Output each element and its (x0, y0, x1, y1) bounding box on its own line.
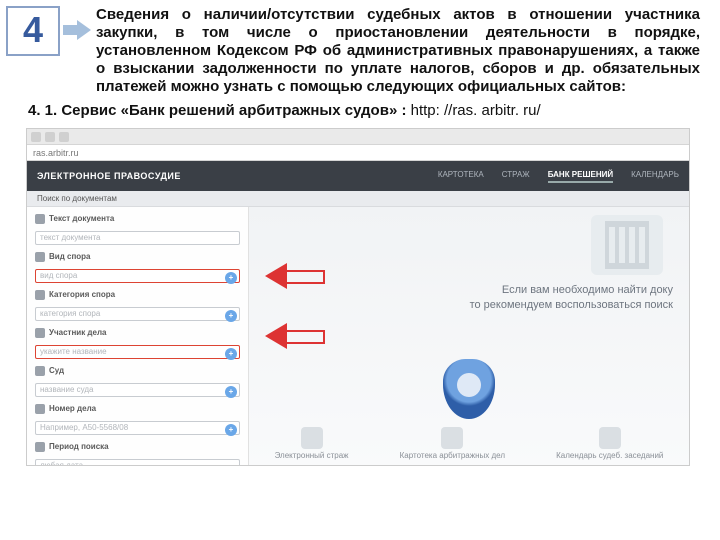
input-text[interactable]: текст документа (35, 231, 240, 245)
nav-reload-icon[interactable] (59, 132, 69, 142)
court-icon (35, 366, 45, 376)
tab-kartoteka[interactable]: КАРТОТЕКА (438, 169, 484, 183)
subsection-url: http: //ras. arbitr. ru/ (411, 102, 541, 119)
nav-fwd-icon[interactable] (45, 132, 55, 142)
input-case[interactable]: Например, А50-5568/08+ (35, 421, 240, 435)
link-strazh[interactable]: Электронный страж (275, 427, 349, 461)
address-bar[interactable]: ras.arbitr.ru (27, 145, 689, 161)
courthouse-icon (591, 215, 663, 275)
label-participant: Участник дела (35, 327, 240, 339)
label-kind: Вид спора (35, 251, 240, 263)
subsection-line: 4. 1. Сервис «Банк решений арбитражных с… (0, 98, 720, 128)
section-paragraph: Сведения о наличии/отсутствии судебных а… (96, 6, 700, 96)
text-icon (35, 214, 45, 224)
nav-back-icon[interactable] (31, 132, 41, 142)
link-kartoteka[interactable]: Картотека арбитражных дел (400, 427, 505, 461)
tab-strazh[interactable]: СТРАЖ (502, 169, 530, 183)
shield-icon (443, 359, 495, 419)
person-icon (35, 328, 45, 338)
screenshot-frame: ras.arbitr.ru ЭЛЕКТРОННОЕ ПРАВОСУДИЕ КАР… (26, 128, 690, 466)
calendar-small-icon (599, 427, 621, 449)
label-text: Текст документа (35, 213, 240, 225)
tab-bank[interactable]: БАНК РЕШЕНИЙ (548, 169, 613, 183)
input-period[interactable]: любая дата (35, 459, 240, 466)
shield-small-icon (301, 427, 323, 449)
search-sidebar: Текст документа текст документа Вид спор… (27, 207, 249, 466)
folder-icon (441, 427, 463, 449)
input-court[interactable]: название суда+ (35, 383, 240, 397)
link-calendar[interactable]: Календарь судеб. заседаний (556, 427, 663, 461)
subsection-prefix: 4. 1. Сервис «Банк решений арбитражных с… (28, 102, 411, 119)
list-icon (35, 252, 45, 262)
input-kind[interactable]: вид спора+ (35, 269, 240, 283)
expand-icon[interactable]: + (225, 424, 237, 436)
footer-links: Электронный страж Картотека арбитражных … (249, 427, 689, 461)
label-period: Период поиска (35, 441, 240, 453)
section-number: 4 (6, 6, 60, 56)
input-participant[interactable]: укажите название+ (35, 345, 240, 359)
callout-arrow-icon (265, 323, 325, 349)
label-court: Суд (35, 365, 240, 377)
expand-icon[interactable]: + (225, 272, 237, 284)
site-brand: ЭЛЕКТРОННОЕ ПРАВОСУДИЕ (37, 170, 181, 182)
arrow-right-icon (60, 6, 96, 40)
label-category: Категория спора (35, 289, 240, 301)
expand-icon[interactable]: + (225, 386, 237, 398)
label-case: Номер дела (35, 403, 240, 415)
expand-icon[interactable]: + (225, 310, 237, 322)
tag-icon (35, 290, 45, 300)
callout-arrow-icon (265, 263, 325, 289)
promo-text: Если вам необходимо найти доку то рекоме… (413, 283, 673, 313)
site-header: ЭЛЕКТРОННОЕ ПРАВОСУДИЕ КАРТОТЕКА СТРАЖ Б… (27, 161, 689, 191)
input-category[interactable]: категория спора+ (35, 307, 240, 321)
site-tabs: КАРТОТЕКА СТРАЖ БАНК РЕШЕНИЙ КАЛЕНДАРЬ (438, 169, 679, 183)
expand-icon[interactable]: + (225, 348, 237, 360)
tab-calendar[interactable]: КАЛЕНДАРЬ (631, 169, 679, 183)
hash-icon (35, 404, 45, 414)
browser-toolbar (27, 129, 689, 145)
calendar-icon (35, 442, 45, 452)
site-subheader: Поиск по документам (27, 191, 689, 207)
